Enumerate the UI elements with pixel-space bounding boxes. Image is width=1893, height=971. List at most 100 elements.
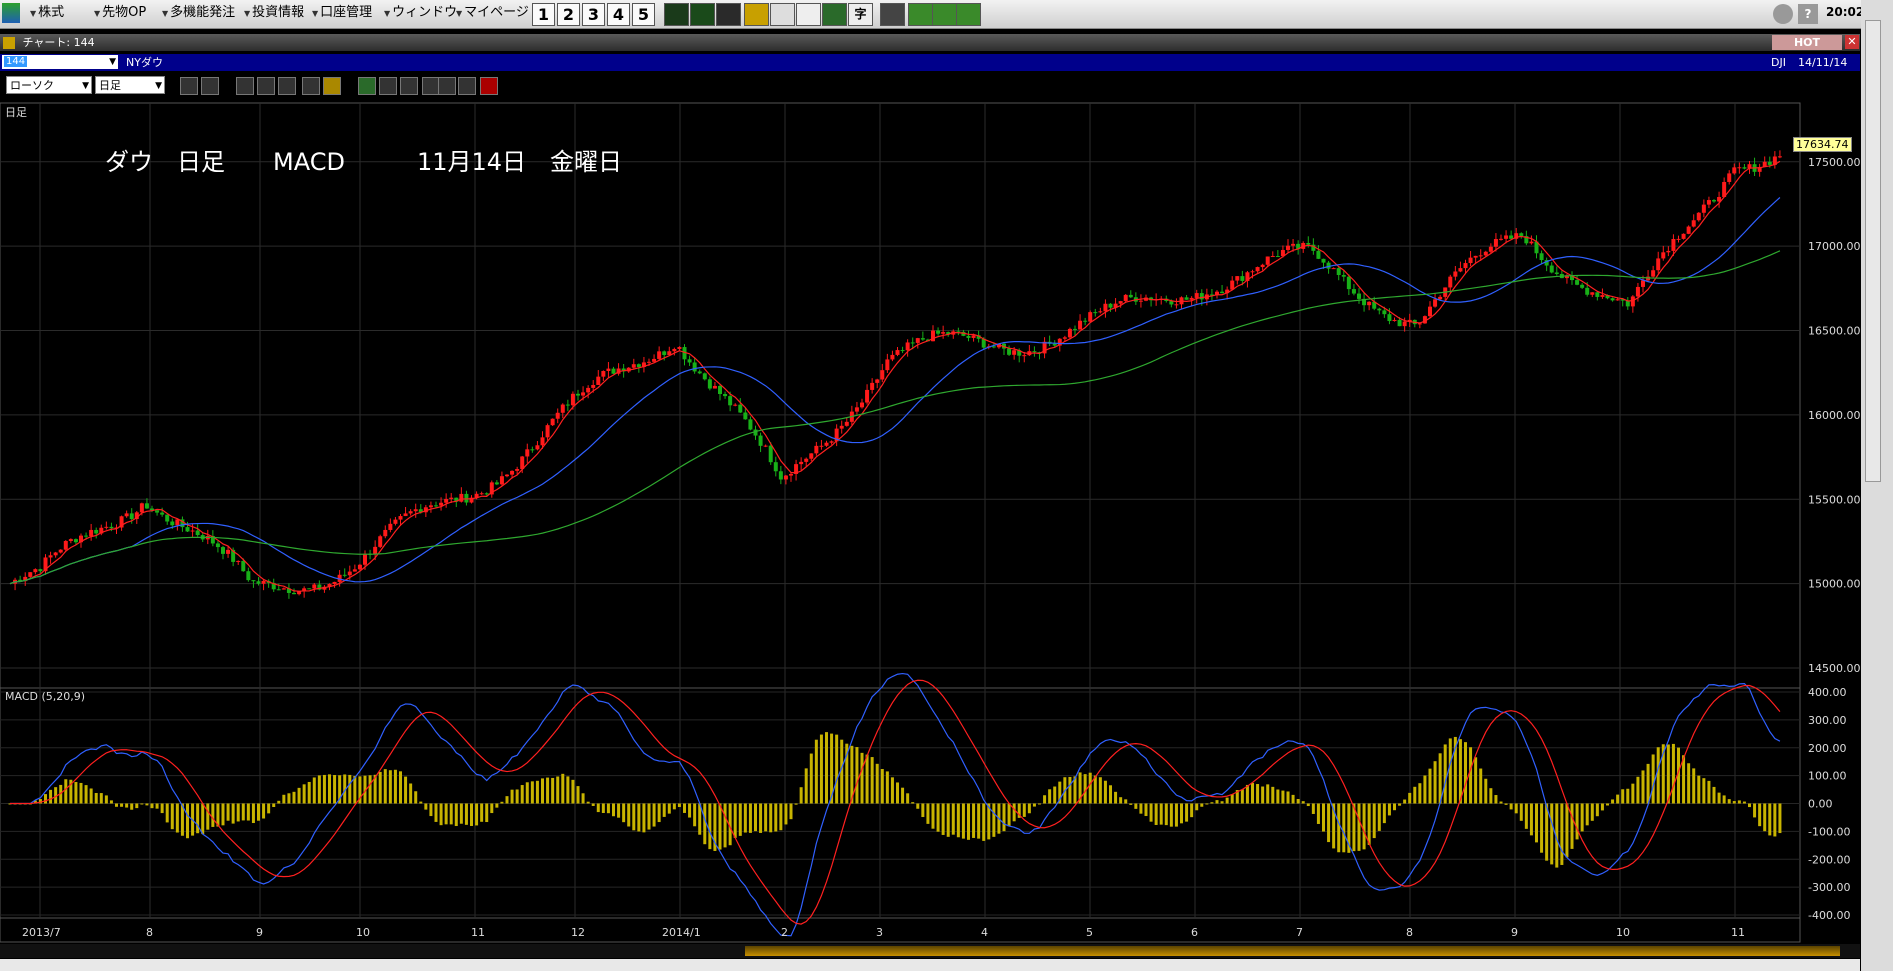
candle-body	[1696, 212, 1701, 221]
candle-body	[1727, 173, 1732, 182]
candle-body	[733, 404, 738, 406]
macd-histogram-bar	[764, 803, 768, 832]
macd-histogram-bar	[825, 732, 828, 804]
candle-body	[738, 404, 743, 413]
macd-histogram-bar	[1753, 803, 1757, 818]
candle-body	[1240, 276, 1245, 281]
candle-body	[783, 475, 788, 480]
macd-histogram-bar	[1626, 788, 1630, 804]
candle-body	[185, 527, 190, 532]
candle-body	[84, 535, 89, 537]
macd-histogram-bar	[1124, 799, 1128, 804]
period-label: 日足	[5, 106, 27, 119]
macd-histogram-bar	[1494, 795, 1498, 804]
horizontal-scrollbar[interactable]	[0, 944, 1860, 958]
macd-histogram-bar	[1611, 799, 1615, 804]
candle-body	[1397, 319, 1402, 327]
candle-body	[464, 493, 469, 503]
macd-histogram-bar	[535, 780, 539, 804]
candle-body	[586, 387, 591, 393]
candle-body	[677, 347, 682, 349]
candle-body	[434, 505, 438, 507]
macd-histogram-bar	[333, 775, 337, 804]
macd-histogram-bar	[561, 773, 565, 804]
candle-body	[408, 511, 413, 514]
macd-histogram-bar	[79, 782, 83, 804]
macd-histogram-bar	[1316, 803, 1320, 824]
macd-histogram-bar	[1053, 786, 1057, 804]
price-tick-label: 15500.00	[1808, 493, 1860, 506]
candle-body	[789, 473, 793, 476]
macd-histogram-bar	[510, 789, 514, 804]
candle-body	[1128, 294, 1133, 298]
candle-body	[1610, 298, 1615, 301]
macd-histogram-bar	[667, 803, 671, 814]
macd-histogram-bar	[1641, 770, 1645, 804]
macd-histogram-bar	[500, 801, 504, 804]
chart-annotation: ダウ 日足 MACD 11月14日 金曜日	[105, 148, 623, 176]
macd-histogram-bar	[1458, 739, 1462, 804]
macd-histogram-bar	[1636, 776, 1640, 804]
x-tick-label: 6	[1191, 926, 1198, 939]
macd-histogram-bar	[992, 803, 996, 837]
candle-body	[824, 442, 829, 446]
candle-body	[1453, 271, 1458, 277]
right-scrollbar[interactable]	[1861, 0, 1893, 971]
macd-histogram-bar	[627, 803, 631, 827]
candle-body	[1255, 267, 1260, 272]
candle-body	[1585, 287, 1590, 295]
candle-body	[1706, 200, 1711, 205]
candle-body	[885, 359, 890, 371]
macd-histogram-bar	[1585, 803, 1589, 826]
macd-histogram-bar	[809, 753, 813, 804]
candle-body	[1595, 292, 1600, 297]
macd-histogram-bar	[1382, 803, 1386, 824]
macd-histogram-bar	[1306, 803, 1310, 807]
scroll-thumb[interactable]	[745, 946, 1840, 956]
macd-histogram-bar	[1778, 803, 1782, 834]
macd-histogram-bar	[1489, 788, 1493, 804]
macd-histogram-bar	[1438, 753, 1442, 804]
macd-histogram-bar	[1154, 803, 1158, 825]
macd-tick-label: -300.00	[1808, 881, 1850, 894]
macd-histogram-bar	[145, 803, 149, 806]
macd-histogram-bar	[1469, 747, 1473, 804]
candle-body	[712, 385, 717, 389]
macd-histogram-bar	[743, 803, 747, 833]
macd-histogram-bar	[211, 803, 215, 827]
candle-body	[251, 580, 256, 582]
macd-histogram-bar	[475, 803, 479, 826]
candle-body	[870, 382, 875, 390]
candle-body	[363, 553, 367, 565]
candle-body	[1630, 296, 1635, 307]
candle-body	[1504, 235, 1509, 239]
macd-histogram-bar	[130, 803, 134, 810]
macd-histogram-bar	[1727, 799, 1731, 804]
macd-histogram-bar	[748, 803, 752, 833]
candle-body	[1174, 304, 1179, 306]
last-price-label: 17634.74	[1793, 137, 1852, 152]
macd-histogram-bar	[819, 734, 823, 804]
candle-body	[256, 581, 261, 584]
macd-histogram-bar	[322, 774, 326, 804]
candle-body	[33, 569, 38, 573]
candle-body	[1499, 238, 1503, 240]
macd-histogram-bar	[901, 787, 905, 804]
right-scroll-thumb[interactable]	[1865, 20, 1881, 482]
macd-histogram-bar	[140, 803, 144, 805]
candle-body	[342, 574, 347, 576]
candle-body	[1509, 235, 1514, 239]
macd-histogram-bar	[287, 793, 291, 804]
macd-histogram-bar	[784, 803, 788, 825]
macd-histogram-bar	[546, 777, 550, 804]
macd-histogram-bar	[251, 803, 255, 824]
candle-body	[1575, 280, 1580, 285]
macd-histogram-bar	[1484, 778, 1488, 804]
candle-body	[631, 364, 636, 368]
candle-body	[1108, 303, 1113, 308]
candle-body	[1367, 301, 1372, 306]
macd-histogram-bar	[870, 757, 874, 804]
macd-histogram-bar	[637, 803, 641, 832]
macd-histogram-bar	[556, 776, 560, 804]
macd-histogram-bar	[718, 803, 722, 850]
